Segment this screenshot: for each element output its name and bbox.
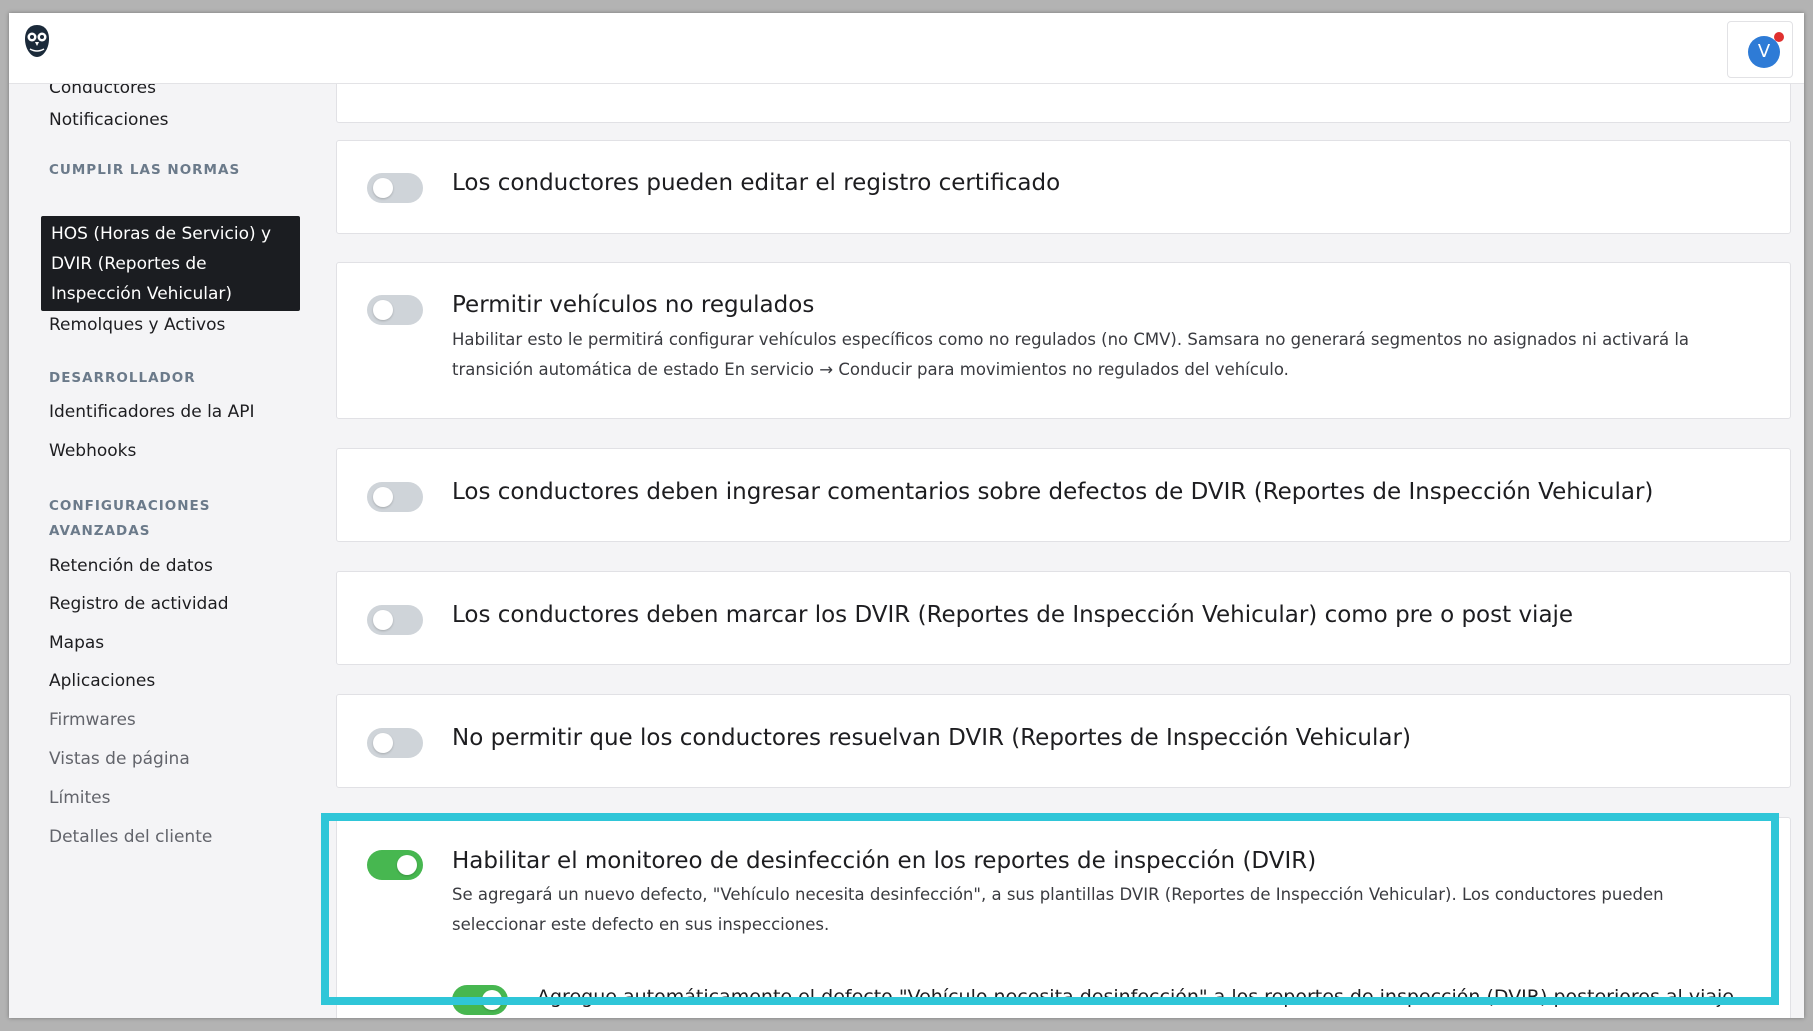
- sidebar-item-detalles[interactable]: Detalles del cliente: [49, 827, 212, 847]
- toggle-knob: [373, 610, 393, 630]
- toggle-switch[interactable]: [367, 605, 423, 635]
- toggle-switch[interactable]: [367, 173, 423, 203]
- sidebar: Conductores Notificaciones CUMPLIR LAS N…: [9, 78, 309, 1018]
- setting-card: Permitir vehículos no regulados Habilita…: [336, 262, 1791, 419]
- sidebar-item-api[interactable]: Identificadores de la API: [49, 402, 255, 422]
- toggle-knob: [482, 990, 502, 1010]
- sidebar-section-advanced: CONFIGURACIONES AVANZADAS: [49, 498, 211, 539]
- sidebar-item-hos-dvir[interactable]: HOS (Horas de Servicio) y DVIR (Reportes…: [41, 216, 300, 311]
- toggle-knob: [373, 178, 393, 198]
- setting-title: Los conductores deben ingresar comentari…: [452, 479, 1654, 505]
- toggle-switch[interactable]: [367, 482, 423, 512]
- notification-dot-icon: [1774, 32, 1784, 42]
- toggle-switch[interactable]: [367, 850, 423, 880]
- toggle-switch[interactable]: [367, 295, 423, 325]
- setting-description: Habilitar esto le permitirá configurar v…: [452, 330, 1690, 379]
- sidebar-item-aplicaciones[interactable]: Aplicaciones: [49, 671, 155, 691]
- setting-card-desinfeccion: Habilitar el monitoreo de desinfección e…: [336, 817, 1791, 1018]
- setting-title: Habilitar el monitoreo de desinfección e…: [452, 848, 1317, 874]
- sidebar-section-compliance: CUMPLIR LAS NORMAS: [49, 162, 241, 178]
- sidebar-item-retencion[interactable]: Retención de datos: [49, 556, 213, 576]
- settings-list: Los conductores pueden editar el registr…: [336, 13, 1796, 1018]
- sub-option-toggle[interactable]: [452, 985, 508, 1015]
- setting-title: Los conductores deben marcar los DVIR (R…: [452, 602, 1574, 628]
- toggle-knob: [373, 487, 393, 507]
- user-menu[interactable]: V: [1727, 21, 1793, 78]
- setting-title: Los conductores pueden editar el registr…: [452, 170, 1061, 196]
- app-window: V Conductores Notificaciones CUMPLIR LAS…: [9, 13, 1804, 1018]
- sidebar-item-label: HOS (Horas de Servicio) y DVIR (Reportes…: [51, 224, 272, 304]
- setting-title: Permitir vehículos no regulados: [452, 292, 815, 318]
- toggle-knob: [373, 300, 393, 320]
- toggle-knob: [373, 733, 393, 753]
- sidebar-item-registro[interactable]: Registro de actividad: [49, 594, 229, 614]
- sidebar-item-remolques[interactable]: Remolques y Activos: [49, 315, 225, 335]
- sidebar-item-notificaciones[interactable]: Notificaciones: [49, 110, 169, 130]
- sidebar-section-developer: DESARROLLADOR: [49, 370, 196, 386]
- toggle-knob: [397, 855, 417, 875]
- setting-card: Los conductores pueden editar el registr…: [336, 140, 1791, 234]
- setting-card: No permitir que los conductores resuelva…: [336, 694, 1791, 788]
- sub-option-label: Agregue automáticamente el defecto "Vehí…: [537, 986, 1734, 1008]
- top-bar: V: [9, 13, 1804, 84]
- setting-title: No permitir que los conductores resuelva…: [452, 725, 1411, 751]
- sidebar-item-webhooks[interactable]: Webhooks: [49, 441, 136, 461]
- owl-logo-icon[interactable]: [23, 23, 51, 59]
- sidebar-item-mapas[interactable]: Mapas: [49, 633, 104, 653]
- avatar-initial: V: [1757, 41, 1771, 62]
- sidebar-item-firmwares[interactable]: Firmwares: [49, 710, 136, 730]
- setting-card: Los conductores deben ingresar comentari…: [336, 448, 1791, 542]
- setting-card: Los conductores deben marcar los DVIR (R…: [336, 571, 1791, 665]
- setting-description: Se agregará un nuevo defecto, "Vehículo …: [452, 885, 1664, 934]
- toggle-switch[interactable]: [367, 728, 423, 758]
- sidebar-item-vistas[interactable]: Vistas de página: [49, 749, 190, 769]
- sidebar-item-limites[interactable]: Límites: [49, 788, 110, 808]
